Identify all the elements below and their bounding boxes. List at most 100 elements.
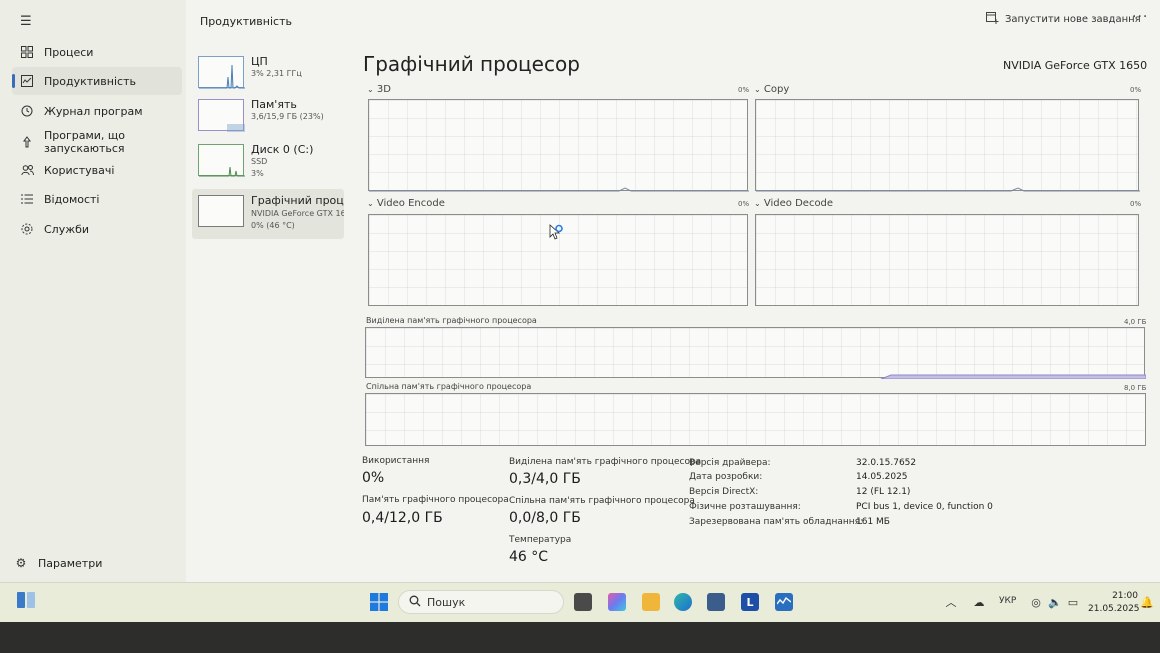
graph-3d-selector[interactable]: ⌄ 3D: [367, 84, 391, 95]
clock-time[interactable]: 21:00: [1110, 591, 1138, 601]
gpu-model-name: NVIDIA GeForce GTX 1650: [1003, 59, 1148, 72]
services-icon: [20, 222, 34, 236]
chevron-down-icon: ⌄: [367, 199, 374, 208]
graph-copy-percent: 0%: [1130, 86, 1142, 94]
driver-version-value: 32.0.15.7652: [856, 458, 917, 468]
chevron-down-icon: ⌄: [754, 199, 761, 208]
graph-encode-selector[interactable]: ⌄ Video Encode: [367, 198, 445, 209]
device-gpu[interactable]: Графічний процесор 0 NVIDIA GeForce GTX …: [192, 189, 344, 239]
sidebar-item-label: Служби: [44, 222, 90, 236]
graph-copy: [755, 99, 1140, 192]
usage-value: 0%: [362, 470, 385, 486]
more-options-icon[interactable]: ···: [1132, 9, 1148, 25]
device-memory[interactable]: Пам'ять 3,6/15,9 ГБ (23%): [192, 93, 344, 139]
sidebar-item-app-history[interactable]: Журнал програм: [12, 97, 182, 125]
task-view-icon[interactable]: [574, 593, 592, 611]
taskbar-search-box[interactable]: Пошук: [398, 590, 564, 614]
graph-3d-percent: 0%: [738, 86, 750, 94]
sidebar-item-services[interactable]: Служби: [12, 215, 182, 243]
search-icon: [409, 595, 421, 610]
history-icon: [20, 104, 34, 118]
sidebar-item-label: Програми, що запускаються: [44, 129, 126, 155]
device-cpu[interactable]: ЦП 3% 2,31 ГГц: [192, 50, 344, 96]
mouse-cursor-icon: [549, 224, 563, 240]
task-manager-icon[interactable]: [775, 593, 793, 611]
directx-version-key: Версія DirectX:: [689, 487, 759, 497]
notifications-bell-icon[interactable]: 🔔: [1140, 595, 1154, 609]
edge-browser-icon[interactable]: [674, 593, 692, 611]
graph-decode-selector[interactable]: ⌄ Video Decode: [754, 198, 833, 209]
device-model: NVIDIA GeForce GTX 1650: [251, 209, 344, 218]
sidebar-item-label: Продуктивність: [44, 74, 136, 88]
memory-thumbnail: [198, 99, 245, 132]
users-icon: [20, 163, 34, 177]
graph-encode-percent: 0%: [738, 200, 750, 208]
gpu-thumbnail: [198, 195, 244, 227]
battery-icon[interactable]: ▭: [1066, 595, 1080, 609]
clock-date[interactable]: 21.05.2025: [1088, 604, 1140, 614]
sidebar-item-users[interactable]: Користувачі: [12, 156, 182, 184]
directx-version-value: 12 (FL 12.1): [856, 487, 911, 497]
copilot-icon[interactable]: [608, 593, 626, 611]
cpu-thumbnail: [198, 56, 245, 89]
dedicated-memory-value: 0,3/4,0 ГБ: [509, 471, 581, 487]
reserved-memory-value: 161 МБ: [856, 517, 890, 527]
sidebar-item-settings[interactable]: ⚙ Параметри: [6, 549, 176, 577]
sidebar-item-details[interactable]: Відомості: [12, 185, 182, 213]
tray-overflow-chevron-icon[interactable]: ︿: [944, 595, 958, 609]
file-explorer-icon[interactable]: [642, 593, 660, 611]
dedicated-memory-graph-label: Виділена пам'ять графічного процесора: [366, 316, 537, 325]
graph-video-decode: [755, 214, 1139, 306]
new-task-label: Запустити нове завдання: [1005, 14, 1141, 25]
task-manager-window: ☰ Процеси Продуктивність Журнал програм …: [0, 0, 1160, 582]
device-disk[interactable]: Диск 0 (C:) SSD 3%: [192, 138, 344, 184]
device-usage: 3%: [251, 169, 264, 178]
physical-location-key: Фізичне розташування:: [689, 502, 801, 512]
grid-icon: [20, 45, 34, 59]
shared-memory-graph: [365, 393, 1146, 446]
run-new-task-button[interactable]: Запустити нове завдання: [986, 12, 1141, 27]
sidebar-item-processes[interactable]: Процеси: [12, 38, 182, 66]
temperature-label: Температура: [509, 535, 572, 545]
sidebar-item-label: Процеси: [44, 45, 94, 59]
graph-decode-percent: 0%: [1130, 200, 1142, 208]
network-globe-icon[interactable]: ◎: [1029, 595, 1043, 609]
shared-memory-value: 0,0/8,0 ГБ: [509, 510, 581, 526]
search-placeholder: Пошук: [427, 595, 466, 609]
list-icon: [20, 192, 34, 206]
store-icon[interactable]: [707, 593, 725, 611]
sidebar-item-label: Користувачі: [44, 163, 115, 177]
shared-memory-label: Спільна пам'ять графічного процесора: [509, 496, 695, 506]
startup-icon: [20, 135, 34, 149]
graph-3d: [368, 99, 749, 192]
sidebar-item-label: Параметри: [38, 556, 103, 570]
onedrive-cloud-icon[interactable]: ☁: [972, 595, 986, 609]
gpu-memory-value: 0,4/12,0 ГБ: [362, 510, 443, 526]
temperature-value: 46 °C: [509, 549, 549, 565]
shared-memory-graph-label: Спільна пам'ять графічного процесора: [366, 382, 532, 391]
graph-3d-label: 3D: [376, 84, 391, 95]
sidebar-item-performance[interactable]: Продуктивність: [12, 67, 182, 95]
graph-decode-label: Video Decode: [763, 198, 834, 209]
widgets-icon[interactable]: [16, 591, 36, 609]
dedicated-memory-label: Виділена пам'ять графічного процесора: [509, 457, 702, 467]
gear-icon: ⚙: [15, 556, 27, 570]
graph-encode-label: Video Encode: [376, 198, 445, 209]
dedicated-memory-graph: [365, 327, 1146, 379]
driver-version-key: Версія драйвера:: [689, 458, 771, 468]
language-indicator[interactable]: УКР: [999, 596, 1016, 606]
device-detail: 3,6/15,9 ГБ (23%): [251, 112, 324, 121]
physical-location-value: PCI bus 1, device 0, function 0: [856, 502, 993, 512]
device-type: SSD: [251, 157, 268, 166]
main-title: Графічний процесор: [363, 52, 580, 76]
device-name: Графічний процесор 0: [251, 194, 344, 207]
chevron-down-icon: ⌄: [367, 85, 374, 94]
sidebar-item-startup-apps[interactable]: Програми, що запускаються: [12, 125, 142, 159]
hamburger-menu-icon[interactable]: ☰: [20, 14, 36, 29]
graph-copy-selector[interactable]: ⌄ Copy: [754, 84, 789, 95]
l-app-icon[interactable]: L: [741, 593, 759, 611]
windows-start-icon[interactable]: [370, 593, 388, 611]
disk-thumbnail: [198, 144, 245, 177]
volume-icon[interactable]: 🔈: [1048, 595, 1062, 609]
shared-memory-graph-max: 8,0 ГБ: [1124, 384, 1147, 392]
